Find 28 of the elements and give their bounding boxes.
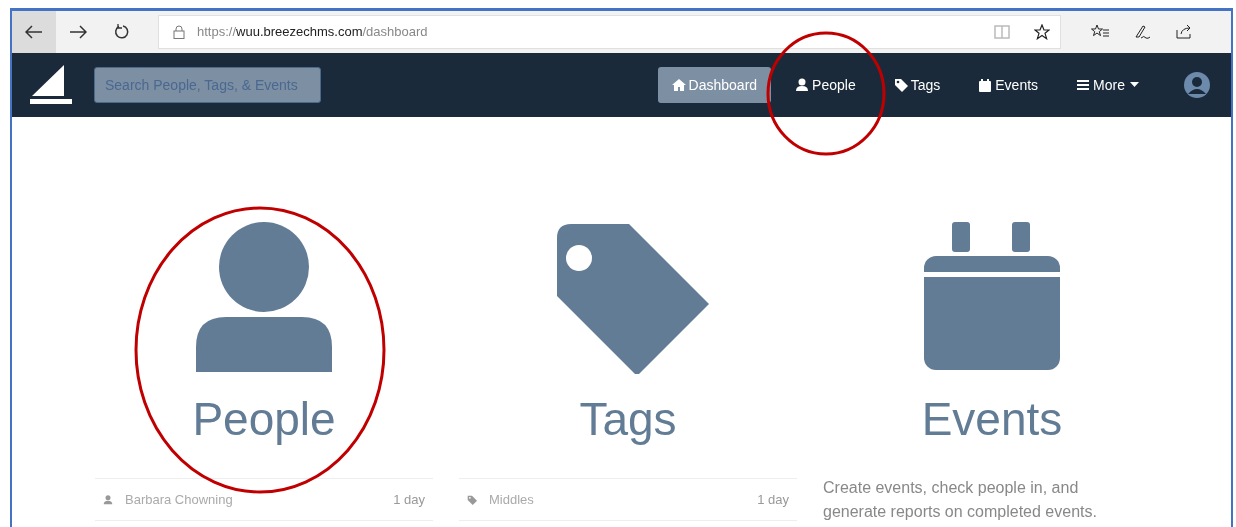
calendar-icon — [978, 78, 993, 92]
nav-tab[interactable]: Events — [964, 67, 1053, 103]
pen-icon[interactable] — [1133, 24, 1151, 40]
nav-tab[interactable]: Dashboard — [657, 67, 772, 103]
caret-icon — [1130, 82, 1139, 88]
share-icon[interactable] — [1175, 24, 1193, 40]
card-title[interactable]: Events — [921, 396, 1063, 442]
favorites-icon[interactable] — [1091, 24, 1109, 40]
sailboat-logo[interactable] — [30, 65, 74, 105]
favorite-star-icon[interactable] — [1034, 24, 1050, 40]
tag-icon — [467, 494, 477, 505]
tag-icon — [893, 78, 908, 92]
forward-arrow-icon — [69, 25, 87, 39]
lock-icon — [173, 25, 185, 39]
refresh-icon — [114, 24, 130, 40]
menu-icon — [1076, 78, 1091, 92]
nav-tab[interactable]: More — [1062, 67, 1153, 103]
recent-item[interactable]: Middles 1 day — [459, 478, 797, 521]
house-icon — [671, 78, 686, 92]
address-field[interactable]: https://wuu.breezechms.com/dashboard — [197, 22, 428, 42]
recent-item[interactable]: Barbara Chowning 1 day — [95, 478, 433, 521]
person-icon — [103, 494, 113, 505]
back-arrow-icon — [25, 25, 43, 39]
account-avatar[interactable] — [1183, 71, 1211, 99]
card-description: Create events, check people in, and generate reports on completed events. — [823, 478, 1098, 522]
person-icon — [795, 78, 810, 92]
back-button[interactable] — [12, 11, 56, 53]
nav-tab[interactable]: Tags — [879, 67, 955, 103]
